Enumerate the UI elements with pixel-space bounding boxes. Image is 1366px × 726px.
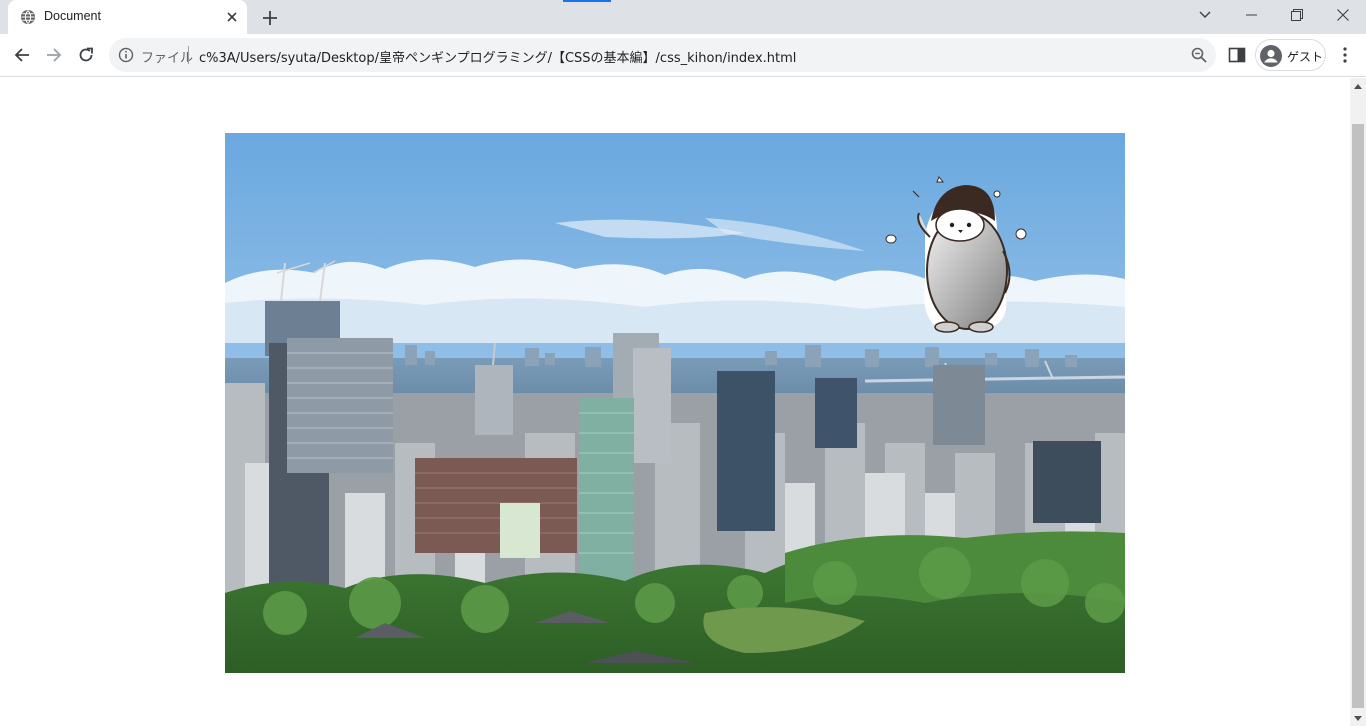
zoom-icon[interactable] [1190,46,1208,64]
new-tab-button[interactable] [258,6,282,30]
tab-strip: Document [0,0,1366,34]
kebab-menu-icon [1343,47,1347,63]
back-button[interactable] [8,41,36,69]
tab-search-button[interactable] [1182,0,1228,30]
vertical-scrollbar[interactable] [1350,78,1366,726]
tab-close-icon[interactable] [223,8,241,26]
tokyo-skyline-illustration [225,133,1125,673]
close-window-button[interactable] [1320,0,1366,30]
minimize-button[interactable] [1228,0,1274,30]
globe-icon [21,10,35,24]
reload-button[interactable] [72,41,100,69]
page-content [0,78,1350,726]
chevron-down-icon [1199,11,1211,18]
arrow-left-icon [14,48,29,62]
plus-icon [263,11,277,25]
scrollbar-thumb[interactable] [1352,124,1364,708]
browser-window: Document ファイル c%3A/Users/syuta/Desktop/皇… [0,0,1366,726]
profile-label: ゲスト [1287,50,1324,64]
url-text[interactable]: c%3A/Users/syuta/Desktop/皇帝ペンギンプログラミング/【… [199,47,796,66]
tab-title: Document [44,9,101,23]
scroll-down-arrow-icon[interactable] [1350,710,1366,726]
profile-button[interactable]: ゲスト [1255,39,1326,71]
address-bar[interactable]: ファイル c%3A/Users/syuta/Desktop/皇帝ペンギンプログラ… [109,38,1216,72]
toolbar: ファイル c%3A/Users/syuta/Desktop/皇帝ペンギンプログラ… [0,34,1366,77]
tab-document[interactable]: Document [8,0,247,34]
restore-icon [1291,9,1303,21]
hero-image [225,133,1125,673]
scroll-up-arrow-icon[interactable] [1350,78,1366,94]
avatar-icon [1260,45,1282,67]
side-panel-icon[interactable] [1227,45,1247,65]
arrow-right-icon [47,48,62,62]
scheme-label: ファイル [141,51,194,66]
scheme-separator [188,46,189,64]
restore-button[interactable] [1274,0,1320,30]
close-icon [1337,9,1349,21]
menu-button[interactable] [1334,42,1356,68]
minimize-icon [1245,14,1257,16]
forward-button[interactable] [40,41,68,69]
reload-icon [79,47,93,62]
info-icon[interactable] [118,47,134,63]
tab-strip-indicator [563,0,611,2]
